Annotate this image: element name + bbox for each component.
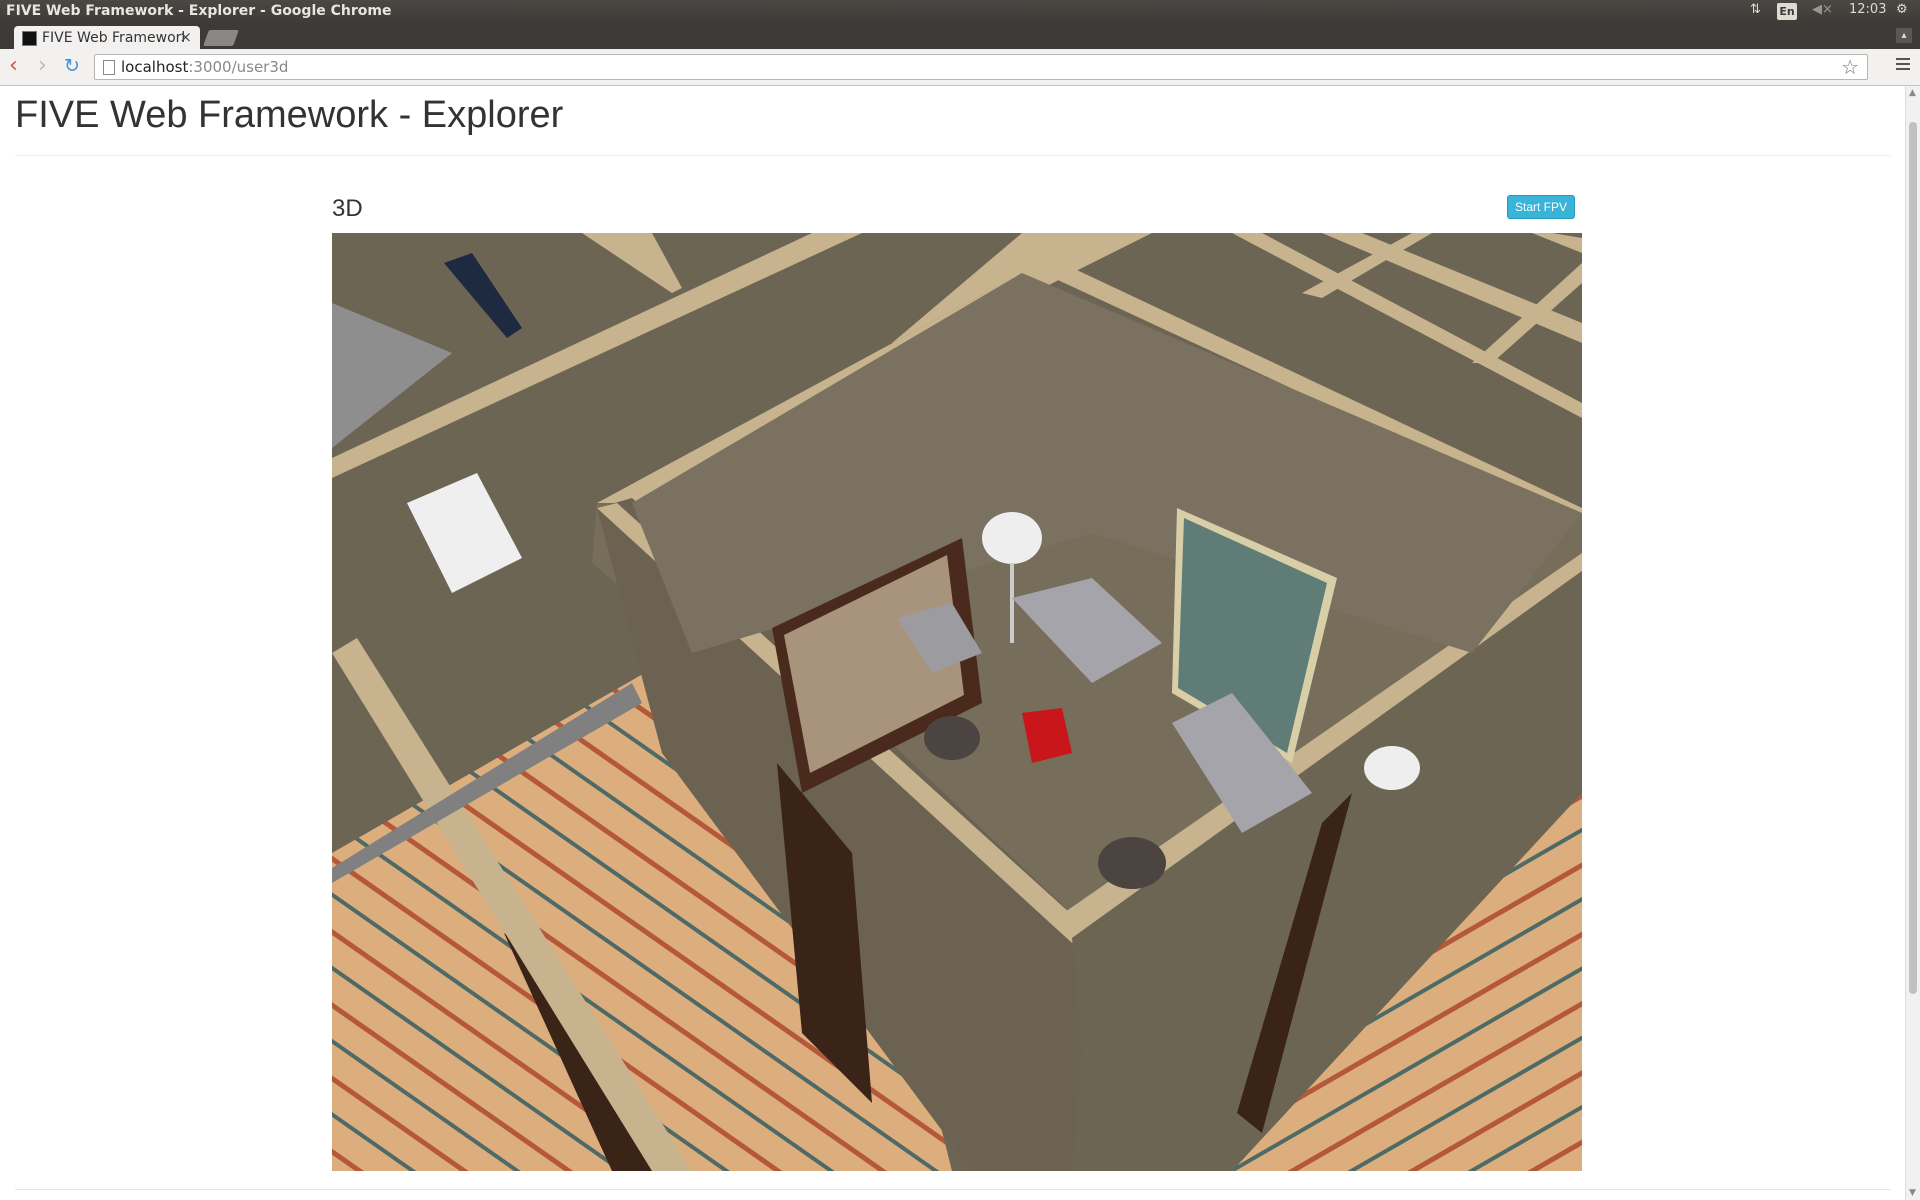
start-fpv-button[interactable]: Start FPV bbox=[1507, 195, 1576, 219]
browser-tab-active[interactable]: FIVE Web Framework - Explorer × bbox=[14, 26, 200, 49]
keyboard-layout-indicator[interactable]: En bbox=[1777, 3, 1797, 20]
pouf-2 bbox=[1098, 837, 1166, 889]
3d-canvas[interactable] bbox=[332, 233, 1582, 1171]
tab-title: FIVE Web Framework - Explorer bbox=[42, 30, 184, 46]
page-icon bbox=[103, 60, 115, 75]
network-arrows-icon[interactable]: ⇅ bbox=[1750, 2, 1761, 17]
forward-arrow-icon[interactable]: › bbox=[38, 55, 47, 77]
os-top-panel: FIVE Web Framework - Explorer - Google C… bbox=[0, 0, 1920, 24]
window-title: FIVE Web Framework - Explorer - Google C… bbox=[6, 3, 392, 19]
scroll-down-arrow-icon[interactable]: ▼ bbox=[1909, 1188, 1916, 1198]
settings-gear-icon[interactable]: ⚙ bbox=[1896, 2, 1908, 17]
bookmark-star-icon[interactable]: ☆ bbox=[1841, 55, 1859, 79]
vertical-scrollbar[interactable]: ▲ ▼ bbox=[1905, 86, 1920, 1200]
section-label-3d: 3D bbox=[332, 195, 363, 222]
back-arrow-icon[interactable]: ‹ bbox=[9, 55, 18, 77]
page-viewport: FIVE Web Framework - Explorer 3D Start F… bbox=[0, 86, 1905, 1200]
3d-scene-render bbox=[332, 233, 1582, 1171]
page-title: FIVE Web Framework - Explorer bbox=[15, 94, 564, 136]
url-text[interactable]: localhost:3000/user3d bbox=[121, 58, 288, 76]
footer-divider bbox=[15, 1189, 1891, 1190]
url-host: localhost bbox=[121, 58, 189, 76]
pouf bbox=[924, 716, 980, 760]
volume-muted-icon[interactable]: ◀× bbox=[1812, 2, 1833, 17]
browser-toolbar: ‹ › ↻ localhost:3000/user3d ☆ bbox=[0, 49, 1920, 86]
chrome-menu-icon[interactable] bbox=[1896, 58, 1910, 73]
scrollbar-thumb[interactable] bbox=[1909, 122, 1917, 994]
header-divider bbox=[15, 155, 1891, 156]
new-tab-button[interactable] bbox=[203, 30, 239, 46]
tab-strip: FIVE Web Framework - Explorer × ▴ bbox=[0, 24, 1920, 49]
scroll-up-arrow-icon[interactable]: ▲ bbox=[1909, 88, 1916, 98]
terminal-favicon-icon bbox=[22, 31, 37, 46]
url-path: :3000/user3d bbox=[188, 58, 289, 76]
address-bar[interactable]: localhost:3000/user3d ☆ bbox=[94, 54, 1868, 80]
floor-lamp bbox=[982, 512, 1042, 564]
floor-lamp-2 bbox=[1364, 746, 1420, 790]
window-restore-button[interactable]: ▴ bbox=[1896, 28, 1912, 43]
tab-close-icon[interactable]: × bbox=[179, 28, 192, 46]
reload-icon[interactable]: ↻ bbox=[64, 55, 80, 77]
clock[interactable]: 12:03 bbox=[1849, 2, 1886, 17]
